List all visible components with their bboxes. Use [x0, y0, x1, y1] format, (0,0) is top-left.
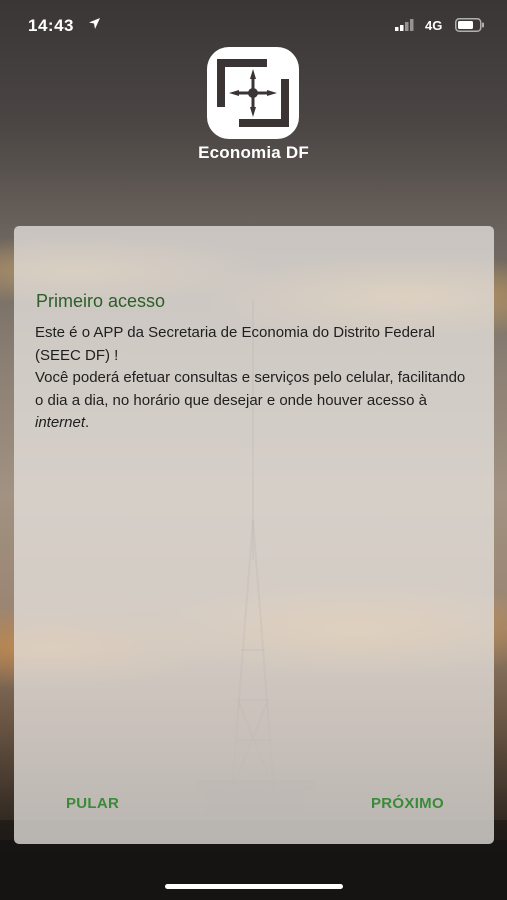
- card-title: Primeiro acesso: [36, 291, 166, 311]
- internet-word: internet: [35, 414, 86, 431]
- status-bar: 14:43 4G: [0, 0, 507, 52]
- card-body: Este é o APP da Secretaria de Economia d…: [35, 322, 475, 435]
- card-paragraph-2: Você poderá efetuar consultas e serviços…: [35, 367, 475, 435]
- card-paragraph-1: Este é o APP da Secretaria de Economia d…: [35, 324, 435, 364]
- skip-button[interactable]: PULAR: [62, 791, 123, 816]
- brand-name: Economia DF: [198, 143, 309, 162]
- signal-icon: [395, 19, 414, 31]
- card-paragraph-2-text: Você poderá efetuar consultas e serviços…: [35, 369, 466, 409]
- status-time: 14:43: [28, 16, 74, 35]
- next-button[interactable]: PRÓXIMO: [367, 791, 448, 816]
- card-paragraph-2-end: .: [85, 414, 90, 431]
- location-arrow-icon: [89, 18, 100, 29]
- home-indicator[interactable]: [165, 884, 343, 889]
- economia-df-logo-icon: [207, 47, 299, 139]
- network-type: 4G: [425, 18, 443, 33]
- battery-icon: [455, 18, 484, 32]
- onboarding-card: Primeiro acesso Este é o APP da Secretar…: [14, 226, 494, 844]
